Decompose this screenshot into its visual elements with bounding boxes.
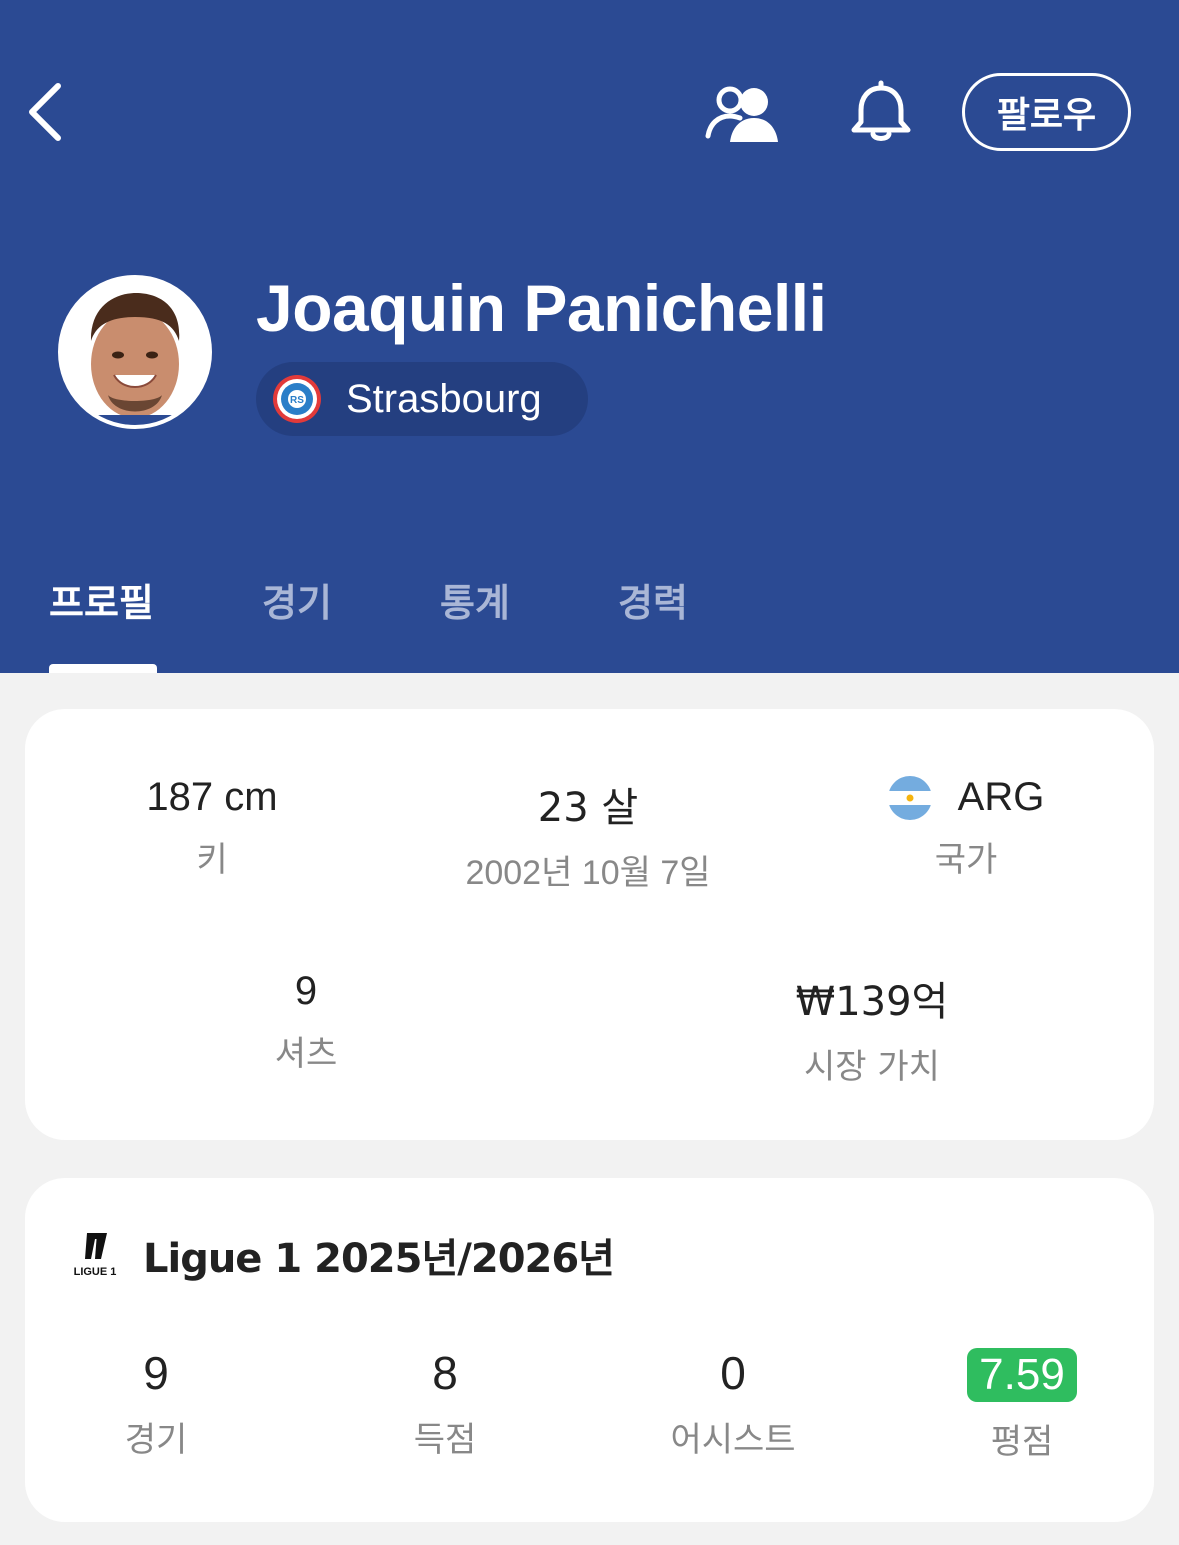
svg-text:RS: RS xyxy=(290,395,304,406)
nation-value: ARG xyxy=(957,775,1045,819)
argentina-flag-icon xyxy=(887,775,932,820)
season-stats-card[interactable]: LIGUE 1 Ligue 1 2025년/2026년 9 경기 8 득점 0 … xyxy=(25,1178,1154,1522)
rating-stat: 7.59 평점 xyxy=(912,1346,1132,1463)
matches-value: 9 xyxy=(143,1347,169,1399)
birthdate-label: 2002년 10월 7일 xyxy=(465,854,711,892)
back-button[interactable] xyxy=(24,80,84,144)
goals-stat: 8 득점 xyxy=(335,1346,555,1461)
shirt-value: 9 xyxy=(294,969,318,1013)
league-title: Ligue 1 2025년/2026년 xyxy=(143,1236,615,1282)
market-value: ₩139억 xyxy=(795,979,949,1025)
player-header: 팔로우 Joaquin Panichelli RS Strasbourg 프로필… xyxy=(0,0,1179,673)
player-avatar xyxy=(58,275,212,429)
market-value-label: 시장 가치 xyxy=(804,1047,940,1087)
ligue1-logo-icon: LIGUE 1 xyxy=(74,1233,117,1278)
matches-label: 경기 xyxy=(124,1420,188,1460)
assists-stat: 0 어시스트 xyxy=(623,1346,843,1461)
tab-profile[interactable]: 프로필 xyxy=(49,572,154,627)
follow-button[interactable]: 팔로우 xyxy=(962,73,1131,151)
player-name: Joaquin Panichelli xyxy=(256,271,827,345)
bell-icon xyxy=(851,80,911,141)
assists-value: 0 xyxy=(720,1347,746,1399)
matches-stat: 9 경기 xyxy=(46,1346,266,1461)
people-icon xyxy=(705,86,778,142)
shirt-stat: 9 셔츠 xyxy=(126,969,486,1075)
rating-label: 평점 xyxy=(990,1422,1054,1462)
squad-button[interactable] xyxy=(704,84,782,144)
goals-value: 8 xyxy=(432,1347,458,1399)
height-label: 키 xyxy=(196,840,228,880)
shirt-label: 셔츠 xyxy=(274,1034,338,1074)
chevron-left-icon xyxy=(29,83,61,141)
tab-matches[interactable]: 경기 xyxy=(262,572,332,627)
height-value: 187 cm xyxy=(146,775,278,819)
svg-text:LIGUE 1: LIGUE 1 xyxy=(74,1266,117,1278)
team-name: Strasbourg xyxy=(346,376,542,421)
tab-stats[interactable]: 통계 xyxy=(440,572,510,627)
age-value: 23 살 xyxy=(537,785,639,831)
market-value-stat: ₩139억 시장 가치 xyxy=(692,969,1052,1088)
active-tab-indicator xyxy=(49,664,157,673)
team-chip[interactable]: RS Strasbourg xyxy=(256,362,588,436)
assists-label: 어시스트 xyxy=(670,1420,796,1460)
goals-label: 득점 xyxy=(413,1420,477,1460)
age-stat: 23 살 2002년 10월 7일 xyxy=(408,775,768,894)
nation-label: 국가 xyxy=(934,840,998,880)
profile-info-card: 187 cm 키 23 살 2002년 10월 7일 ARG 국가 9 셔츠 ₩… xyxy=(25,709,1154,1140)
league-header: LIGUE 1 Ligue 1 2025년/2026년 xyxy=(73,1226,615,1284)
tab-career[interactable]: 경력 xyxy=(618,572,688,627)
height-stat: 187 cm 키 xyxy=(32,775,392,881)
notification-button[interactable] xyxy=(848,80,914,146)
nation-stat: ARG 국가 xyxy=(786,775,1146,881)
rating-badge: 7.59 xyxy=(967,1348,1077,1402)
strasbourg-logo-icon: RS xyxy=(273,375,321,423)
